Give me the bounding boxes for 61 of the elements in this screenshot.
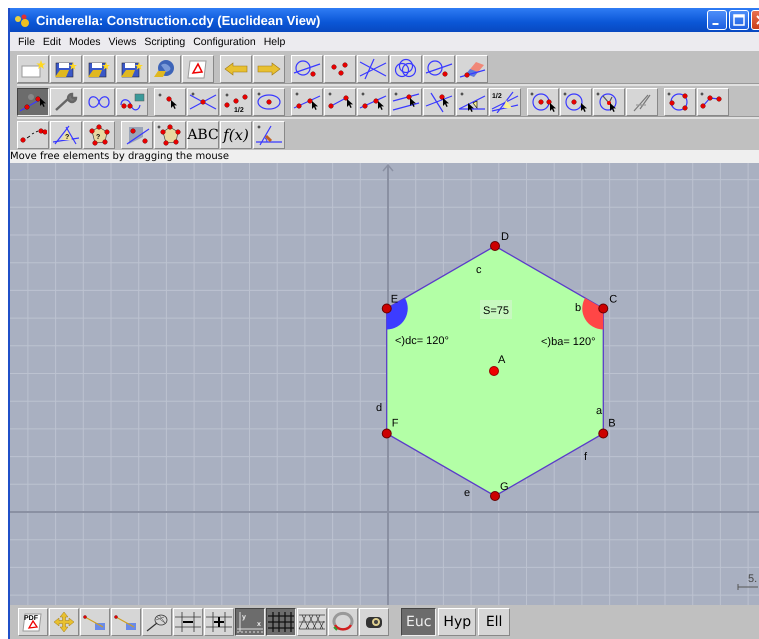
menu-item[interactable]: Edit xyxy=(38,36,66,48)
tool-button[interactable] xyxy=(266,608,296,636)
edge-label: d xyxy=(376,402,382,414)
edge-label: c xyxy=(476,264,482,276)
point[interactable] xyxy=(490,241,500,251)
point-cursor-icon xyxy=(19,91,47,113)
crossing-lines-icon xyxy=(359,58,387,80)
axis-label: 5. xyxy=(748,573,758,585)
function-tool-button[interactable]: f(x) xyxy=(220,121,252,149)
line-cursor-icon xyxy=(293,91,321,113)
point[interactable] xyxy=(382,428,392,438)
menu-item[interactable]: Help xyxy=(260,36,290,48)
menu-item[interactable]: Views xyxy=(104,36,140,48)
geometry-button[interactable]: Ell xyxy=(478,608,510,636)
maximize-button[interactable] xyxy=(729,10,749,30)
edge-label: f xyxy=(584,451,588,463)
minimize-button[interactable] xyxy=(707,10,727,30)
point-label: C xyxy=(609,294,618,306)
angle-icon xyxy=(458,91,486,113)
axis-tick xyxy=(738,584,758,590)
point[interactable] xyxy=(598,428,608,438)
grid-icon xyxy=(267,611,295,633)
window-title: Cinderella: Construction.cdy (Euclidean View) xyxy=(36,12,322,28)
tool-button[interactable] xyxy=(17,88,49,116)
circle-cursor-icon xyxy=(562,91,590,113)
point-label: A xyxy=(498,354,506,366)
menu-item[interactable]: File xyxy=(14,36,39,48)
parallel-lines-icon xyxy=(392,91,420,113)
edge-label: b xyxy=(575,302,582,314)
point-label: D xyxy=(501,231,509,243)
page-star-icon xyxy=(19,58,47,80)
angle-pencil-icon xyxy=(255,124,283,146)
text-tool-button[interactable]: ABC xyxy=(187,121,219,149)
minimize-icon xyxy=(712,23,719,25)
line-cursor-icon xyxy=(359,91,387,113)
status-text: Move free elements by dragging the mouse xyxy=(10,150,759,163)
geometry-canvas[interactable]: 5. D c E C S=75 b <)dc= 120° <)ba= 120° A d a F B f e G xyxy=(10,163,759,605)
point[interactable] xyxy=(490,491,500,501)
angle-label: <)ba= 120° xyxy=(541,336,596,348)
menu-item[interactable]: Modes xyxy=(65,36,105,48)
maximize-icon xyxy=(733,14,745,26)
grid-plus-icon xyxy=(205,611,233,633)
perpendicular-lines-icon xyxy=(425,91,453,113)
point-label: E xyxy=(390,294,398,306)
edge-label: a xyxy=(596,405,602,417)
curve-window-icon xyxy=(118,91,146,113)
menu-item[interactable]: Configuration xyxy=(189,36,260,48)
dots-icon xyxy=(14,12,32,28)
point-label: F xyxy=(392,418,398,430)
point[interactable] xyxy=(382,304,392,314)
circle-cursor-icon xyxy=(529,91,557,113)
menu-item[interactable]: Scripting xyxy=(140,36,190,48)
point-label: G xyxy=(500,481,509,493)
area-label: S=75 xyxy=(480,300,512,319)
point[interactable] xyxy=(598,304,608,314)
angle-label: <)dc= 120° xyxy=(395,335,449,347)
geometry-button[interactable]: Euc xyxy=(401,608,436,636)
grid-minus-icon xyxy=(174,611,202,633)
point-label: B xyxy=(608,418,616,430)
edge-label: e xyxy=(464,487,470,499)
geometry-button[interactable]: Hyp xyxy=(438,608,476,636)
